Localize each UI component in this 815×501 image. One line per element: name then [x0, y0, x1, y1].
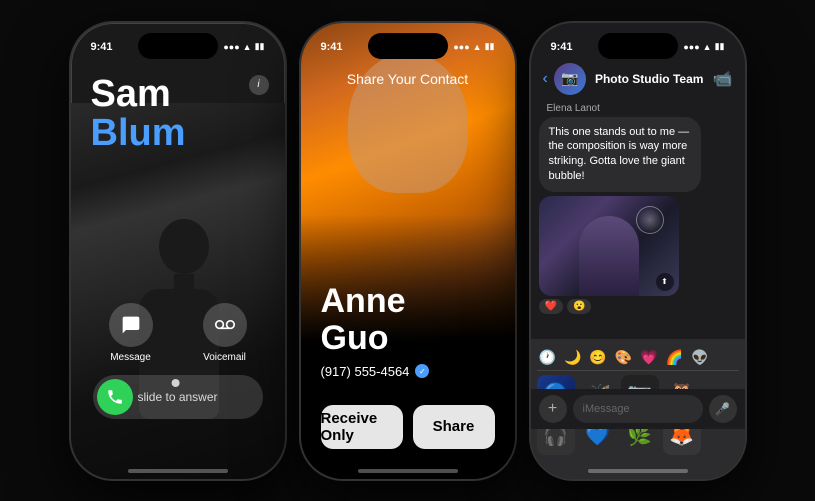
signal-icon-3: ●●●	[683, 42, 699, 52]
caller-background	[71, 103, 285, 479]
silhouette-neck	[174, 274, 194, 289]
emoji-tab-recent[interactable]: 🕐	[539, 349, 556, 366]
add-button[interactable]: +	[539, 395, 567, 423]
contact-name: Anne Guo	[321, 283, 495, 358]
signal-icon-2: ●●●	[453, 42, 469, 52]
phone-1: 9:41 ●●● ▲ ▮▮ Sam Blum i Message	[69, 21, 287, 481]
emoji-tab-alien[interactable]: 👽	[691, 349, 708, 366]
caller-last-name: Blum	[91, 113, 285, 155]
silhouette-head	[159, 219, 209, 274]
battery-icon-3: ▮▮	[715, 41, 725, 52]
battery-icon-2: ▮▮	[485, 41, 495, 52]
messages-area: Elena Lanot This one stands out to me — …	[531, 103, 745, 359]
voicemail-label: Voicemail	[203, 352, 246, 363]
slide-text: slide to answer	[133, 390, 259, 404]
message-icon-circle	[109, 303, 153, 347]
input-placeholder: iMessage	[583, 403, 630, 415]
status-time-1: 9:41	[91, 41, 113, 53]
answer-button[interactable]	[97, 379, 133, 415]
info-icon: i	[257, 79, 259, 90]
message-icon	[121, 315, 141, 335]
status-icons-3: ●●● ▲ ▮▮	[683, 41, 724, 52]
home-indicator-3	[588, 469, 688, 473]
image-share-icon[interactable]: ⬆	[656, 273, 674, 291]
messages-input-area: + iMessage 🎤	[531, 389, 745, 429]
status-time-2: 9:41	[321, 41, 343, 53]
image-person	[579, 216, 639, 296]
emoji-tab-hearts[interactable]: 💗	[640, 349, 657, 366]
emoji-tab-bar: 🕐 🌙 😊 🎨 💗 🌈 👽	[537, 345, 739, 371]
emoji-tab-faces[interactable]: 😊	[589, 349, 606, 366]
top-actions: Message Voicemail	[71, 303, 285, 363]
microphone-button[interactable]: 🎤	[709, 395, 737, 423]
image-placeholder: ⬆	[539, 196, 679, 296]
group-name: Photo Studio Team	[592, 72, 707, 86]
dynamic-island-3	[598, 33, 678, 59]
message-image: ⬆	[539, 196, 737, 296]
phones-container: 9:41 ●●● ▲ ▮▮ Sam Blum i Message	[49, 1, 767, 501]
slide-to-answer[interactable]: slide to answer	[93, 375, 263, 419]
video-call-button[interactable]: 📹	[713, 69, 733, 89]
dynamic-island-2	[368, 33, 448, 59]
phone-icon	[106, 388, 124, 406]
emoji-tab-art[interactable]: 🎨	[615, 349, 632, 366]
home-indicator-1	[128, 469, 228, 473]
wifi-icon: ▲	[243, 42, 252, 52]
messages-header: ‹ 📷 Photo Studio Team 📹	[531, 63, 745, 95]
contact-info: Anne Guo (917) 555-4564 ✓	[301, 283, 515, 379]
voicemail-action[interactable]: Voicemail	[203, 303, 247, 363]
share-button[interactable]: Share	[413, 405, 495, 449]
sender-name: Elena Lanot	[539, 103, 737, 114]
emoji-tab-nature[interactable]: 🌙	[564, 349, 581, 366]
image-bubble	[636, 206, 664, 234]
message-bubble: This one stands out to me — the composit…	[539, 117, 701, 192]
share-contact-title: Share Your Contact	[301, 71, 515, 87]
verified-icon: ✓	[415, 364, 429, 378]
message-label: Message	[110, 352, 151, 363]
receive-only-button[interactable]: Receive Only	[321, 405, 403, 449]
call-actions: Message Voicemail slide to answer	[71, 303, 285, 419]
battery-icon: ▮▮	[255, 41, 265, 52]
message-text: This one stands out to me — the composit…	[549, 125, 691, 184]
phone-3: 9:41 ●●● ▲ ▮▮ ‹ 📷 Photo Studio Team 📹 El…	[529, 21, 747, 481]
reaction-2[interactable]: 😮	[567, 299, 591, 314]
share-buttons-row: Receive Only Share	[321, 405, 495, 449]
status-icons-1: ●●● ▲ ▮▮	[223, 41, 264, 52]
contact-first-name: Anne	[321, 283, 495, 320]
info-button[interactable]: i	[249, 75, 269, 95]
wifi-icon-3: ▲	[703, 42, 712, 52]
message-action[interactable]: Message	[109, 303, 153, 363]
message-input[interactable]: iMessage	[573, 395, 703, 423]
back-button[interactable]: ‹	[543, 70, 548, 88]
header-title-area: Photo Studio Team	[592, 72, 707, 86]
contact-phone-row: (917) 555-4564 ✓	[321, 364, 495, 379]
dynamic-island-1	[138, 33, 218, 59]
emoji-tab-rainbow[interactable]: 🌈	[666, 349, 683, 366]
home-indicator-2	[358, 469, 458, 473]
contact-phone-number: (917) 555-4564	[321, 364, 410, 379]
voicemail-icon-circle	[203, 303, 247, 347]
status-icons-2: ●●● ▲ ▮▮	[453, 41, 494, 52]
group-avatar: 📷	[554, 63, 586, 95]
status-time-3: 9:41	[551, 41, 573, 53]
reaction-1[interactable]: ❤️	[539, 299, 563, 314]
voicemail-icon	[215, 315, 235, 335]
reactions-row: ❤️ 😮	[539, 299, 737, 314]
signal-icon: ●●●	[223, 42, 239, 52]
contact-last-name: Guo	[321, 320, 495, 357]
phone-2: 9:41 ●●● ▲ ▮▮ Share Your Contact Anne Gu…	[299, 21, 517, 481]
wifi-icon-2: ▲	[473, 42, 482, 52]
